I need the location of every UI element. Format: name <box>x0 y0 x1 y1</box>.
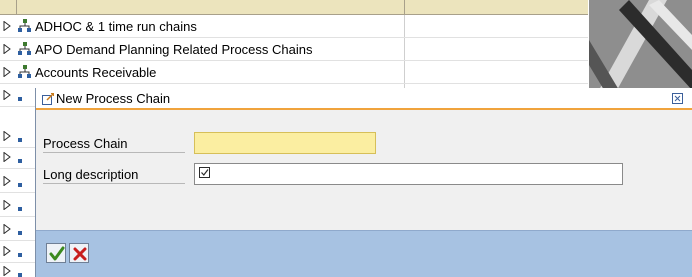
expand-toggle-icon[interactable] <box>3 246 11 256</box>
expand-toggle-icon[interactable] <box>3 90 11 100</box>
process-chain-icon <box>18 159 22 163</box>
process-chain-icon <box>18 42 31 55</box>
long-description-row: Long description <box>36 163 692 185</box>
tree-item-label: ADHOC & 1 time run chains <box>35 19 197 34</box>
header-separator <box>16 0 17 15</box>
process-chain-icon <box>18 253 22 257</box>
tree-item[interactable]: ADHOC & 1 time run chains <box>0 15 588 38</box>
expand-toggle-icon[interactable] <box>3 266 11 276</box>
process-chain-row: Process Chain <box>36 132 692 154</box>
process-chain-label: Process Chain <box>43 136 128 151</box>
dialog-titlebar[interactable]: New Process Chain <box>36 88 692 110</box>
expand-toggle-icon[interactable] <box>3 21 11 31</box>
expand-toggle-icon[interactable] <box>3 44 11 54</box>
abstract-pattern-image <box>589 0 692 90</box>
confirm-button[interactable] <box>46 243 66 263</box>
process-chain-icon <box>18 65 31 78</box>
close-icon <box>674 95 681 102</box>
checkbox-checked-icon <box>199 167 210 178</box>
dialog-body: Process Chain Long description <box>36 112 692 230</box>
decorative-background-image <box>589 0 692 90</box>
tree-column-header <box>0 0 588 15</box>
process-chain-icon <box>18 207 22 211</box>
long-description-label: Long description <box>43 167 139 182</box>
expand-toggle-icon[interactable] <box>3 152 11 162</box>
new-document-icon <box>42 92 55 105</box>
process-chain-input[interactable] <box>194 132 376 154</box>
label-underline <box>43 152 185 153</box>
new-process-chain-dialog: New Process Chain Process Chain Long des… <box>35 88 692 277</box>
process-chain-icon <box>18 138 22 142</box>
tree-item-label: APO Demand Planning Related Process Chai… <box>35 42 313 57</box>
tree-item[interactable]: APO Demand Planning Related Process Chai… <box>0 38 588 61</box>
green-checkmark-icon <box>49 246 65 261</box>
process-chain-icon <box>18 97 22 101</box>
process-chain-icon <box>18 231 22 235</box>
sap-window: ADHOC & 1 time run chains APO Demand Pla… <box>0 0 692 277</box>
expand-toggle-icon[interactable] <box>3 224 11 234</box>
process-chain-icon <box>18 273 22 277</box>
label-underline <box>43 183 185 184</box>
expand-toggle-icon[interactable] <box>3 176 11 186</box>
expand-toggle-icon[interactable] <box>3 131 11 141</box>
tree-item-label: Accounts Receivable <box>35 65 157 80</box>
process-chain-icon <box>18 19 31 32</box>
header-separator <box>404 0 405 15</box>
process-chain-icon <box>18 183 22 187</box>
close-button[interactable] <box>672 93 683 104</box>
red-x-icon <box>73 247 87 261</box>
dialog-button-bar <box>36 230 692 277</box>
expand-toggle-icon[interactable] <box>3 67 11 77</box>
expand-toggle-icon[interactable] <box>3 200 11 210</box>
cancel-button[interactable] <box>69 243 89 263</box>
tree-item[interactable]: Accounts Receivable <box>0 61 588 84</box>
dialog-title: New Process Chain <box>56 91 171 106</box>
long-description-input[interactable] <box>194 163 623 185</box>
